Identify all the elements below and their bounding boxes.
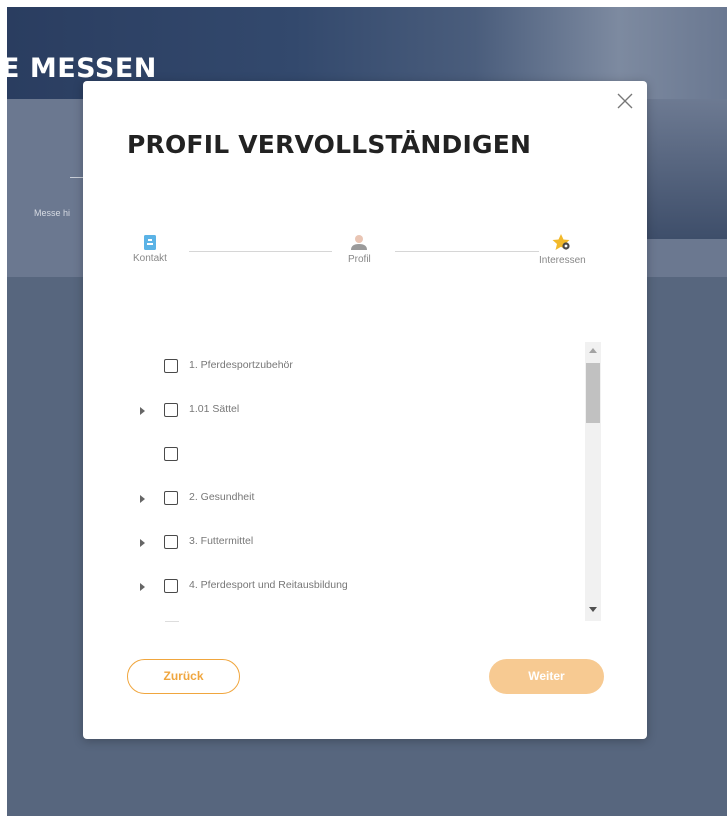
interest-label: 3. Futtermittel bbox=[189, 535, 254, 547]
hero-title: E MESSEN bbox=[7, 53, 157, 84]
interest-label: 4. Pferdesport und Reitausbildung bbox=[189, 579, 348, 591]
close-icon bbox=[617, 93, 633, 109]
interest-checkbox[interactable] bbox=[164, 535, 178, 549]
expand-arrow-icon[interactable] bbox=[140, 495, 145, 503]
dialog-title: PROFIL VERVOLLSTÄNDIGEN bbox=[127, 130, 532, 159]
star-icon bbox=[552, 234, 570, 250]
scroll-up-arrow-icon[interactable] bbox=[589, 348, 597, 353]
expand-arrow-icon[interactable] bbox=[140, 583, 145, 591]
user-icon bbox=[351, 235, 368, 250]
next-button[interactable]: Weiter bbox=[489, 659, 604, 694]
list-item: 2. Gesundheit bbox=[133, 489, 573, 511]
profile-completion-dialog: PROFIL VERVOLLSTÄNDIGEN Kontakt Profil I… bbox=[83, 81, 647, 739]
list-item: 3. Futtermittel bbox=[133, 533, 573, 555]
step-interessen: Interessen bbox=[539, 233, 586, 266]
list-item: 4. Pferdesport und Reitausbildung bbox=[133, 577, 573, 599]
scroll-down-arrow-icon[interactable] bbox=[589, 607, 597, 612]
interest-checkbox[interactable] bbox=[164, 447, 178, 461]
scrollbar-thumb[interactable] bbox=[586, 363, 600, 423]
background-image-fragment bbox=[637, 99, 727, 239]
step-connector bbox=[189, 251, 332, 252]
close-button[interactable] bbox=[614, 90, 636, 112]
interest-label: 2. Gesundheit bbox=[189, 491, 255, 503]
background-tab-label: Messe hi bbox=[34, 208, 71, 218]
interests-list: 1. Pferdesportzubehör 1.01 Sättel 2. Ges… bbox=[133, 340, 578, 623]
expand-arrow-icon[interactable] bbox=[140, 539, 145, 547]
interest-label: 1.01 Sättel bbox=[189, 403, 240, 415]
list-item: 1.01 Sättel bbox=[133, 401, 573, 423]
interest-label: 1. Pferdesportzubehör bbox=[189, 359, 293, 371]
interest-checkbox[interactable] bbox=[164, 359, 178, 373]
contact-card-icon bbox=[143, 235, 156, 250]
list-item bbox=[133, 445, 573, 467]
progress-stepper: Kontakt Profil Interessen bbox=[83, 229, 647, 289]
interest-checkbox[interactable] bbox=[164, 491, 178, 505]
step-kontakt: Kontakt bbox=[133, 233, 167, 264]
list-scrollbar[interactable] bbox=[585, 342, 601, 621]
interest-checkbox[interactable] bbox=[164, 579, 178, 593]
step-label: Kontakt bbox=[133, 253, 167, 264]
list-item: 1. Pferdesportzubehör bbox=[133, 357, 573, 379]
step-connector bbox=[395, 251, 539, 252]
step-profil: Profil bbox=[348, 233, 371, 265]
interest-checkbox[interactable] bbox=[164, 403, 178, 417]
expand-arrow-icon[interactable] bbox=[140, 407, 145, 415]
step-label: Profil bbox=[348, 254, 371, 265]
back-button[interactable]: Zurück bbox=[127, 659, 240, 694]
clipped-list-item bbox=[165, 621, 179, 622]
step-label: Interessen bbox=[539, 255, 586, 266]
